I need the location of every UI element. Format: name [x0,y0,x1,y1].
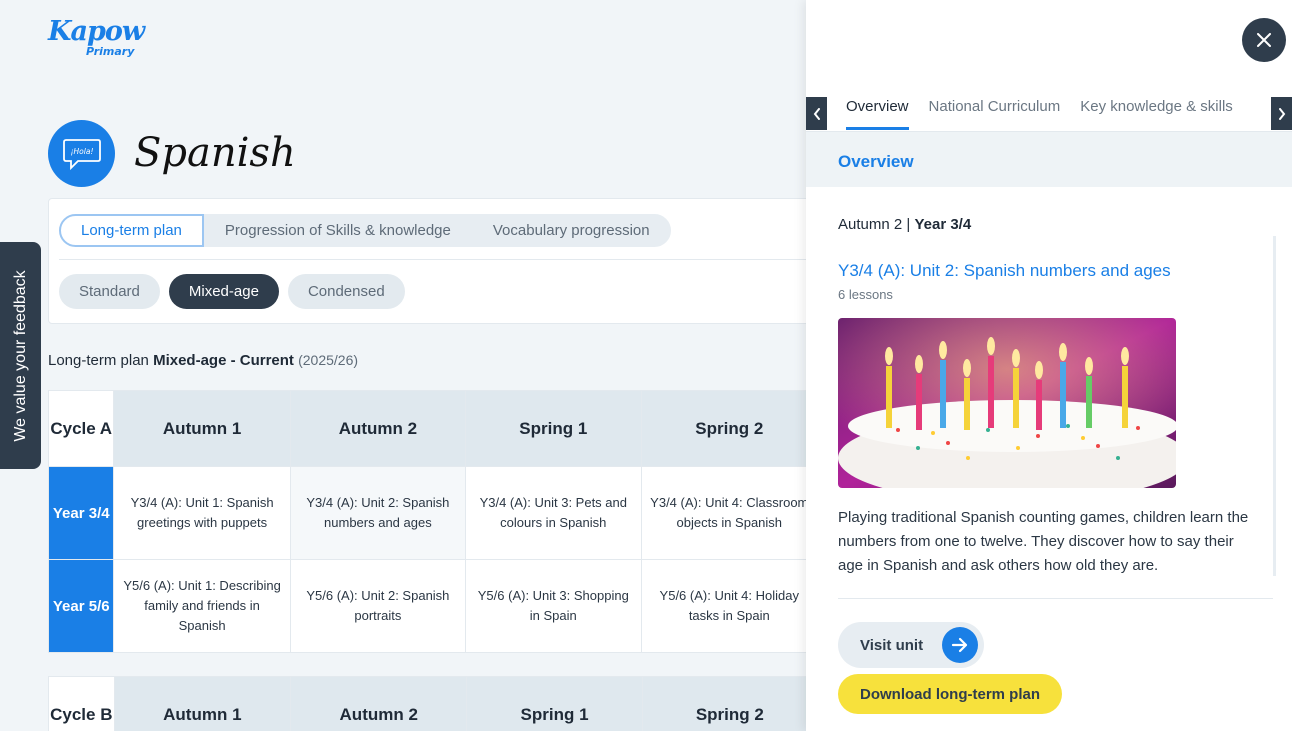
speech-bubble-text: ¡Hola! [70,147,93,156]
plan-caption: Long-term plan Mixed-age - Current (2025… [48,352,358,369]
unit-cell[interactable]: Y5/6 (A): Unit 3: Shopping in Spain [465,559,642,653]
page-title: Spanish [134,130,296,176]
unit-cell-selected[interactable]: Y3/4 (A): Unit 2: Spanish numbers and ag… [289,466,467,560]
lesson-count: 6 lessons [838,287,893,302]
cycle-label: Cycle B [48,676,115,731]
plan-type-pills: Standard Mixed-age Condensed [59,274,405,309]
tab-long-term-plan[interactable]: Long-term plan [59,214,204,247]
year-label: Year 5/6 [47,559,115,653]
unit-title-link[interactable]: Y3/4 (A): Unit 2: Spanish numbers and ag… [838,261,1171,281]
pill-condensed[interactable]: Condensed [287,274,405,309]
unit-cell[interactable]: Y5/6 (A): Unit 2: Spanish portraits [289,559,467,653]
year-label: Year 3/4 [47,466,115,560]
caption-year: (2025/26) [298,352,359,368]
close-button[interactable] [1242,18,1286,62]
arrow-right-icon [942,627,978,663]
unit-cell[interactable]: Y5/6 (A): Unit 4: Holiday tasks in Spain [640,559,819,653]
unit-image [838,318,1176,488]
tab-vocabulary-progression[interactable]: Vocabulary progression [471,214,671,247]
term-header: Spring 1 [466,676,643,731]
term-header: Spring 1 [465,390,642,467]
scrollbar[interactable] [1273,236,1276,576]
plan-tabs: Long-term plan Progression of Skills & k… [59,214,671,247]
unit-meta: Autumn 2 | Year 3/4 [838,216,971,233]
divider [59,259,827,260]
unit-term: Autumn 2 | [838,216,911,233]
tab-overview[interactable]: Overview [846,98,909,130]
divider [838,598,1273,599]
section-title: Overview [838,152,914,171]
tabs-scroll-left-button[interactable] [806,97,827,130]
term-header: Autumn 2 [289,390,467,467]
feedback-label: We value your feedback [11,269,29,442]
panel-tabs: Overview National Curriculum Key knowled… [846,98,1233,130]
cycle-b-table: Cycle B Autumn 1 Autumn 2 Spring 1 Sprin… [48,676,819,731]
pill-standard[interactable]: Standard [59,274,160,309]
tabs-scroll-right-button[interactable] [1271,97,1292,130]
logo-main-text: Kapow [48,16,145,47]
table-row: Year 3/4 Y3/4 (A): Unit 1: Spanish greet… [47,466,819,560]
feedback-tab[interactable]: We value your feedback [0,242,41,469]
cycle-label: Cycle A [47,390,115,467]
unit-cell[interactable]: Y5/6 (A): Unit 1: Describing family and … [113,559,291,653]
visit-unit-button[interactable]: Visit unit [838,622,984,668]
logo-sub-text: Primary [86,45,135,58]
term-header: Autumn 1 [113,676,292,731]
download-plan-button[interactable]: Download long-term plan [838,674,1062,714]
term-header: Autumn 1 [113,390,291,467]
speech-bubble-icon: ¡Hola! [48,120,115,187]
table-row: Year 5/6 Y5/6 (A): Unit 1: Describing fa… [47,559,819,653]
unit-cell[interactable]: Y3/4 (A): Unit 4: Classroom objects in S… [640,466,819,560]
caption-plan-name: Mixed-age - Current [153,352,294,369]
unit-description: Playing traditional Spanish counting gam… [838,509,1249,574]
term-header: Spring 2 [641,676,819,731]
term-header: Autumn 2 [290,676,468,731]
tab-national-curriculum[interactable]: National Curriculum [929,98,1061,130]
tab-key-knowledge[interactable]: Key knowledge & skills [1080,98,1233,130]
unit-year: Year 3/4 [914,216,972,233]
pill-mixed-age[interactable]: Mixed-age [168,274,279,309]
unit-detail-panel: Overview National Curriculum Key knowled… [806,0,1292,731]
tab-progression-skills[interactable]: Progression of Skills & knowledge [203,214,472,247]
kapow-logo[interactable]: Kapow Primary [48,16,145,62]
visit-unit-label: Visit unit [860,636,924,654]
chevron-right-icon [1278,107,1285,120]
chevron-left-icon [813,107,820,120]
caption-prefix: Long-term plan [48,352,149,369]
term-header: Spring 2 [640,390,819,467]
unit-cell[interactable]: Y3/4 (A): Unit 3: Pets and colours in Sp… [465,466,642,560]
cycle-a-table: Cycle A Autumn 1 Autumn 2 Spring 1 Sprin… [47,390,819,653]
plan-selector: Long-term plan Progression of Skills & k… [48,198,828,324]
close-icon [1257,33,1271,47]
section-header: Overview [806,131,1292,187]
unit-cell[interactable]: Y3/4 (A): Unit 1: Spanish greetings with… [113,466,291,560]
